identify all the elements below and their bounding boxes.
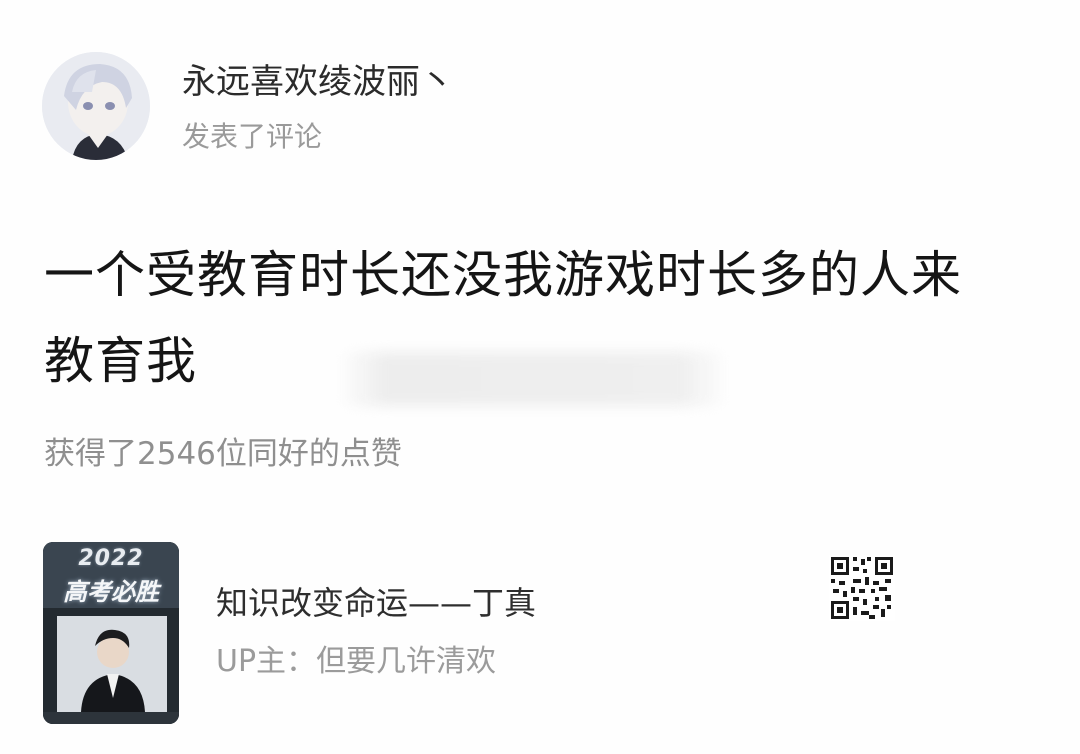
- video-thumbnail[interactable]: 2022 高考必胜: [43, 542, 179, 724]
- comment-share-card: 永远喜欢绫波丽丶 发表了评论 一个受教育时长还没我游戏时长多的人来 教育我 获得…: [0, 0, 1080, 754]
- likes-count: 获得了2546位同好的点赞: [44, 436, 402, 472]
- comment-line: 一个受教育时长还没我游戏时长多的人来: [44, 246, 962, 304]
- qr-code-graphic: [829, 555, 895, 621]
- thumbnail-year: 2022: [78, 546, 144, 571]
- video-title[interactable]: 知识改变命运——丁真: [216, 580, 536, 626]
- qr-code-icon[interactable]: [829, 555, 895, 621]
- anime-avatar-icon: [42, 52, 150, 160]
- uploader-name[interactable]: UP主：但要几许清欢: [216, 640, 496, 684]
- thumbnail-slogan: 高考必胜: [63, 578, 159, 606]
- author-action: 发表了评论: [182, 120, 323, 153]
- author-name[interactable]: 永远喜欢绫波丽丶: [182, 60, 454, 104]
- avatar[interactable]: [42, 52, 150, 160]
- blur-smudge: [338, 352, 728, 406]
